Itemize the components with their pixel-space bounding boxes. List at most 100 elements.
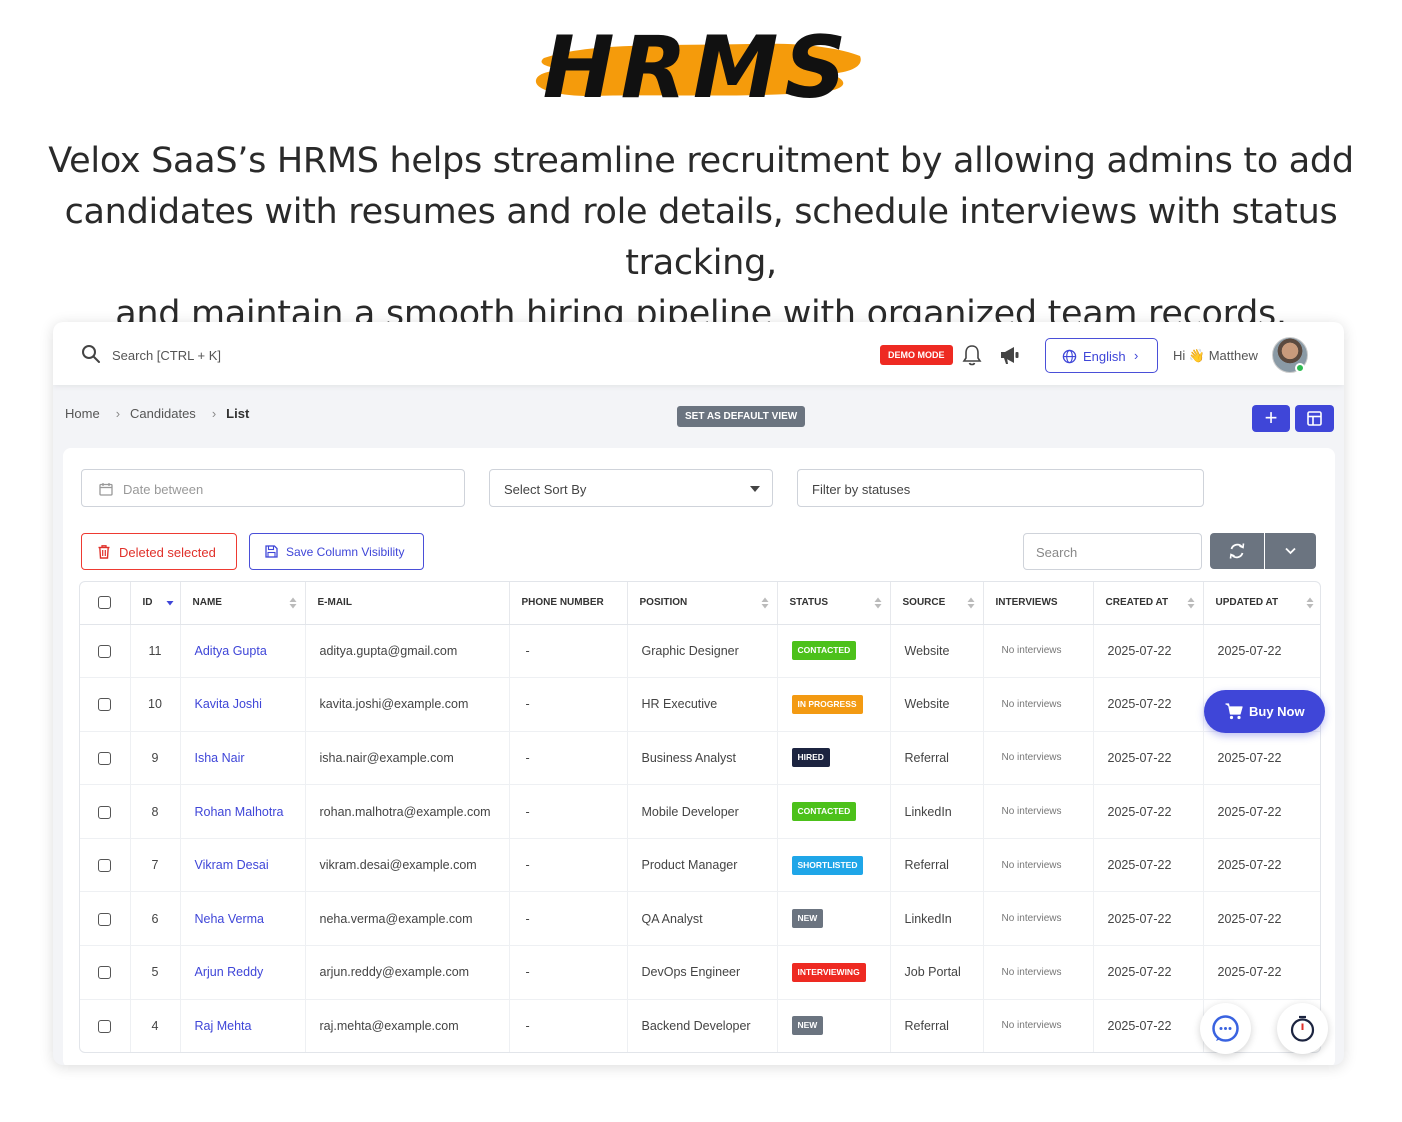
global-search-input[interactable]: Search [CTRL + K] [112,348,221,363]
status-badge: CONTACTED [791,802,857,822]
cell-interviews: No interviews [983,945,1094,1000]
row-checkbox[interactable] [98,966,111,980]
status-badge: INTERVIEWING [791,962,866,982]
cell-phone: - [509,945,628,1000]
column-header-created-at[interactable]: CREATED AT [1093,582,1204,625]
user-greeting: Hi 👋 Matthew [1173,348,1258,364]
cell-interviews: No interviews [983,731,1094,786]
row-select-cell [80,891,131,947]
column-header-id[interactable]: ID [130,582,181,625]
cell-name-link[interactable]: Vikram Desai [180,838,306,893]
cell-phone: - [509,784,628,839]
caret-down-icon [750,486,760,492]
language-selector[interactable]: English › [1045,338,1158,373]
column-label: E-MAIL [317,597,352,609]
candidates-card: Date between Select Sort By Filter by st… [63,448,1335,1065]
cell-updated-at: 2025-07-22 [1203,891,1320,947]
cell-name-link[interactable]: Isha Nair [180,731,306,786]
column-label: POSITION [639,597,688,609]
megaphone-icon[interactable] [998,344,1022,366]
status-badge: IN PROGRESS [791,694,863,714]
row-checkbox[interactable] [98,698,111,712]
set-default-view-button[interactable]: SET AS DEFAULT VIEW [677,406,806,427]
cell-status: NEW [777,891,891,947]
row-checkbox[interactable] [98,912,111,926]
bell-icon[interactable] [961,343,983,367]
cell-name-link[interactable]: Arjun Reddy [180,945,306,1000]
cell-email: arjun.reddy@example.com [305,945,510,1000]
wave-emoji: 👋 [1188,348,1206,363]
save-column-visibility-button[interactable]: Save Column Visibility [249,533,424,570]
cell-name-link[interactable]: Rohan Malhotra [180,784,306,839]
cell-name-link[interactable]: Aditya Gupta [180,624,306,679]
hrms-logo: HRMS [530,18,870,116]
row-select-cell [80,784,131,839]
column-label: INTERVIEWS [995,597,1058,609]
breadcrumb-candidates[interactable]: Candidates [130,406,196,421]
cell-position: HR Executive [627,677,778,732]
cell-position: Backend Developer [627,999,778,1052]
cell-id: 4 [130,999,181,1052]
buy-now-button[interactable]: Buy Now [1204,690,1325,733]
row-checkbox[interactable] [98,752,111,766]
table-search-input[interactable]: Search [1023,533,1202,570]
column-header-updated-at[interactable]: UPDATED AT [1203,582,1320,625]
row-checkbox[interactable] [98,1020,111,1034]
cell-id: 6 [130,891,181,947]
cell-status: CONTACTED [777,624,891,679]
chat-button[interactable] [1200,1003,1251,1054]
column-header-name[interactable]: NAME [180,582,306,625]
table-row[interactable]: 8 Rohan Malhotra rohan.malhotra@example.co… [80,784,1320,839]
logo-text: HRMS [542,18,853,118]
more-options-dropdown[interactable] [1265,533,1316,569]
row-select-cell [80,731,131,786]
cell-email: rohan.malhotra@example.com [305,784,510,839]
cell-phone: - [509,677,628,732]
table-row[interactable]: 4 Raj Mehta raj.mehta@example.com - Backend … [80,999,1320,1052]
sort-icon [967,597,974,609]
table-row[interactable]: 10 Kavita Joshi kavita.joshi@example.com - H… [80,677,1320,732]
cell-name-link[interactable]: Raj Mehta [180,999,306,1052]
cell-email: kavita.joshi@example.com [305,677,510,732]
cell-name-link[interactable]: Kavita Joshi [180,677,306,732]
column-header-source[interactable]: SOURCE [890,582,984,625]
cell-updated-at: 2025-07-22 [1203,945,1320,1000]
sort-by-placeholder: Select Sort By [504,482,587,497]
table-row[interactable]: 7 Vikram Desai vikram.desai@example.com - Pr… [80,838,1320,893]
row-checkbox[interactable] [98,859,111,873]
chevron-right-icon: › [1134,348,1139,363]
add-candidate-button[interactable]: + [1252,405,1290,432]
layout-toggle-button[interactable] [1295,405,1334,432]
plus-icon: + [1264,405,1278,430]
cell-interviews: No interviews [983,999,1094,1052]
cell-status: IN PROGRESS [777,677,891,732]
hero-line: Velox SaaS’s HRMS helps streamline recru… [48,141,1354,181]
cell-id: 9 [130,731,181,786]
table-row[interactable]: 5 Arjun Reddy arjun.reddy@example.com - DevO… [80,945,1320,1000]
row-checkbox[interactable] [98,805,111,819]
row-checkbox[interactable] [98,644,111,658]
table-row[interactable]: 9 Isha Nair isha.nair@example.com - Business… [80,731,1320,786]
breadcrumb-separator-icon: › [115,406,121,421]
breadcrumb-home[interactable]: Home [65,406,100,421]
table-row[interactable]: 11 Aditya Gupta aditya.gupta@gmail.com - Gra… [80,624,1320,679]
cell-id: 11 [130,624,181,679]
candidates-table: ID NAME E-MAIL PHONE NUMBER POSITION STA… [79,581,1321,1053]
search-icon[interactable] [81,344,101,364]
date-range-filter[interactable]: Date between [81,469,465,507]
cell-interviews: No interviews [983,624,1094,679]
table-row[interactable]: 6 Neha Verma neha.verma@example.com - QA Ana… [80,891,1320,947]
column-header-position[interactable]: POSITION [627,582,778,625]
column-header-status[interactable]: STATUS [777,582,891,625]
select-all-checkbox[interactable] [98,596,111,610]
refresh-button[interactable] [1210,533,1264,569]
cell-name-link[interactable]: Neha Verma [180,891,306,947]
sort-icon [1187,597,1194,609]
top-bar: Search [CTRL + K] DEMO MODE English › Hi… [53,322,1344,385]
timer-button[interactable] [1277,1003,1328,1054]
cell-interviews: No interviews [983,784,1094,839]
delete-selected-button[interactable]: Deleted selected [81,533,237,570]
cell-created-at: 2025-07-22 [1093,624,1204,679]
status-filter[interactable]: Filter by statuses [797,469,1204,507]
sort-by-select[interactable]: Select Sort By [489,469,773,507]
